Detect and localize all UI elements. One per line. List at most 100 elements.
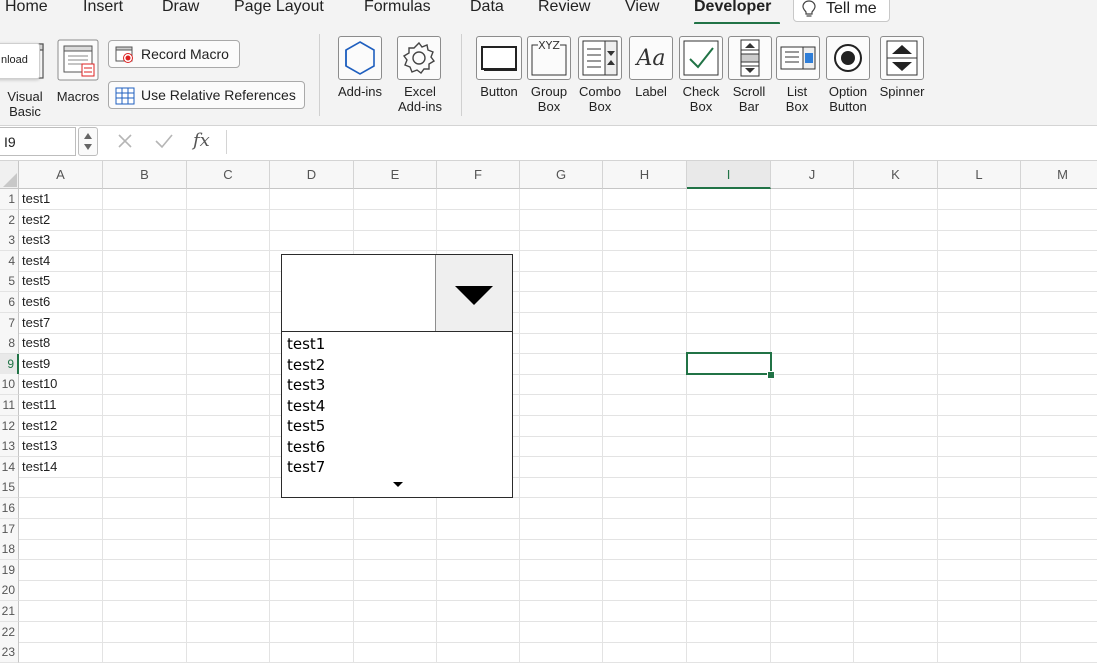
cell-f2[interactable] — [437, 209, 520, 231]
cell-a13[interactable]: test13 — [19, 436, 103, 458]
cell-g5[interactable] — [520, 271, 603, 293]
group-box-control[interactable]: XYZ Group Box — [526, 30, 572, 120]
cell-j12[interactable] — [771, 415, 854, 437]
cell-i22[interactable] — [687, 621, 771, 643]
cell-l22[interactable] — [938, 621, 1021, 643]
row-header-8[interactable]: 8 — [0, 333, 19, 355]
cell-g9[interactable] — [520, 353, 603, 375]
cell-e1[interactable] — [354, 189, 437, 210]
cell-a16[interactable] — [19, 498, 103, 519]
cell-k22[interactable] — [854, 621, 938, 643]
name-box[interactable]: I9 — [0, 127, 76, 156]
cell-i18[interactable] — [687, 539, 771, 561]
spinner-control[interactable]: Spinner — [876, 30, 928, 120]
cell-c1[interactable] — [187, 189, 270, 210]
cell-a19[interactable] — [19, 559, 103, 581]
cell-h9[interactable] — [603, 353, 687, 375]
list-box-control[interactable]: List Box — [775, 30, 820, 120]
cell-c5[interactable] — [187, 271, 270, 293]
cell-k5[interactable] — [854, 271, 938, 293]
cell-h3[interactable] — [603, 230, 687, 252]
cell-l4[interactable] — [938, 250, 1021, 272]
cell-m11[interactable] — [1021, 395, 1097, 416]
cell-h22[interactable] — [603, 621, 687, 643]
row-header-7[interactable]: 7 — [0, 312, 19, 334]
option-button-control[interactable]: Option Button — [822, 30, 874, 120]
row-header-17[interactable]: 17 — [0, 518, 19, 540]
scroll-bar-control[interactable]: Scroll Bar — [727, 30, 772, 120]
cell-f16[interactable] — [437, 498, 520, 519]
cell-m23[interactable] — [1021, 642, 1097, 664]
cell-e3[interactable] — [354, 230, 437, 252]
cell-d18[interactable] — [270, 539, 354, 561]
cell-k23[interactable] — [854, 642, 938, 664]
cell-i23[interactable] — [687, 642, 771, 664]
check-box-control[interactable]: Check Box — [677, 30, 725, 120]
cell-e20[interactable] — [354, 580, 437, 602]
cell-k3[interactable] — [854, 230, 938, 252]
cell-j1[interactable] — [771, 189, 854, 210]
cell-m8[interactable] — [1021, 333, 1097, 355]
cell-a11[interactable]: test11 — [19, 395, 103, 416]
combo-list-item[interactable]: test7 — [287, 457, 325, 477]
cell-b4[interactable] — [103, 250, 187, 272]
cell-i5[interactable] — [687, 271, 771, 293]
column-header-e[interactable]: E — [354, 161, 437, 189]
column-header-l[interactable]: L — [938, 161, 1021, 189]
cell-e16[interactable] — [354, 498, 437, 519]
cell-k12[interactable] — [854, 415, 938, 437]
cell-m17[interactable] — [1021, 519, 1097, 540]
cell-b2[interactable] — [103, 209, 187, 231]
column-header-i[interactable]: I — [687, 161, 771, 189]
cell-g14[interactable] — [520, 456, 603, 478]
cell-m16[interactable] — [1021, 498, 1097, 519]
cell-c23[interactable] — [187, 642, 270, 664]
cell-i14[interactable] — [687, 456, 771, 478]
cell-l23[interactable] — [938, 642, 1021, 664]
spreadsheet-grid[interactable]: A B C D E F G H I J K L M 1 test1 2 test2 3 test3 4 test4 5 te… — [0, 161, 1097, 670]
row-header-4[interactable]: 4 — [0, 250, 19, 272]
cell-a9[interactable]: test9 — [19, 353, 103, 375]
cell-i1[interactable] — [687, 189, 771, 210]
cell-m22[interactable] — [1021, 622, 1097, 643]
cell-g23[interactable] — [520, 642, 603, 664]
cell-j15[interactable] — [771, 477, 854, 499]
row-header-13[interactable]: 13 — [0, 436, 19, 458]
cell-m1[interactable] — [1021, 189, 1097, 210]
cell-b8[interactable] — [103, 333, 187, 355]
cell-g8[interactable] — [520, 333, 603, 355]
cell-d2[interactable] — [270, 209, 354, 231]
cell-d19[interactable] — [270, 559, 354, 581]
cell-k14[interactable] — [854, 456, 938, 478]
cell-l10[interactable] — [938, 374, 1021, 396]
row-header-10[interactable]: 10 — [0, 374, 19, 396]
cell-e21[interactable] — [354, 601, 437, 622]
cell-c18[interactable] — [187, 539, 270, 561]
cell-j18[interactable] — [771, 539, 854, 561]
cell-a5[interactable]: test5 — [19, 271, 103, 293]
excel-add-ins-button[interactable]: Excel Add-ins — [392, 30, 448, 120]
cell-h17[interactable] — [603, 518, 687, 540]
cell-l1[interactable] — [938, 189, 1021, 210]
column-header-h[interactable]: H — [603, 161, 687, 189]
cell-a8[interactable]: test8 — [19, 333, 103, 355]
cell-i3[interactable] — [687, 230, 771, 252]
cell-a23[interactable] — [19, 642, 103, 664]
cell-k15[interactable] — [854, 477, 938, 499]
cell-a10[interactable]: test10 — [19, 374, 103, 396]
cell-a21[interactable] — [19, 601, 103, 622]
column-header-g[interactable]: G — [520, 161, 603, 189]
cell-m2[interactable] — [1021, 210, 1097, 231]
cell-b3[interactable] — [103, 230, 187, 252]
cell-k2[interactable] — [854, 209, 938, 231]
name-box-dropdown[interactable] — [78, 127, 98, 156]
cell-b1[interactable] — [103, 189, 187, 210]
cell-b12[interactable] — [103, 415, 187, 437]
cell-k20[interactable] — [854, 580, 938, 602]
row-header-2[interactable]: 2 — [0, 209, 19, 231]
cell-c4[interactable] — [187, 250, 270, 272]
cell-f22[interactable] — [437, 621, 520, 643]
cell-c22[interactable] — [187, 621, 270, 643]
cell-l19[interactable] — [938, 559, 1021, 581]
cell-c9[interactable] — [187, 353, 270, 375]
